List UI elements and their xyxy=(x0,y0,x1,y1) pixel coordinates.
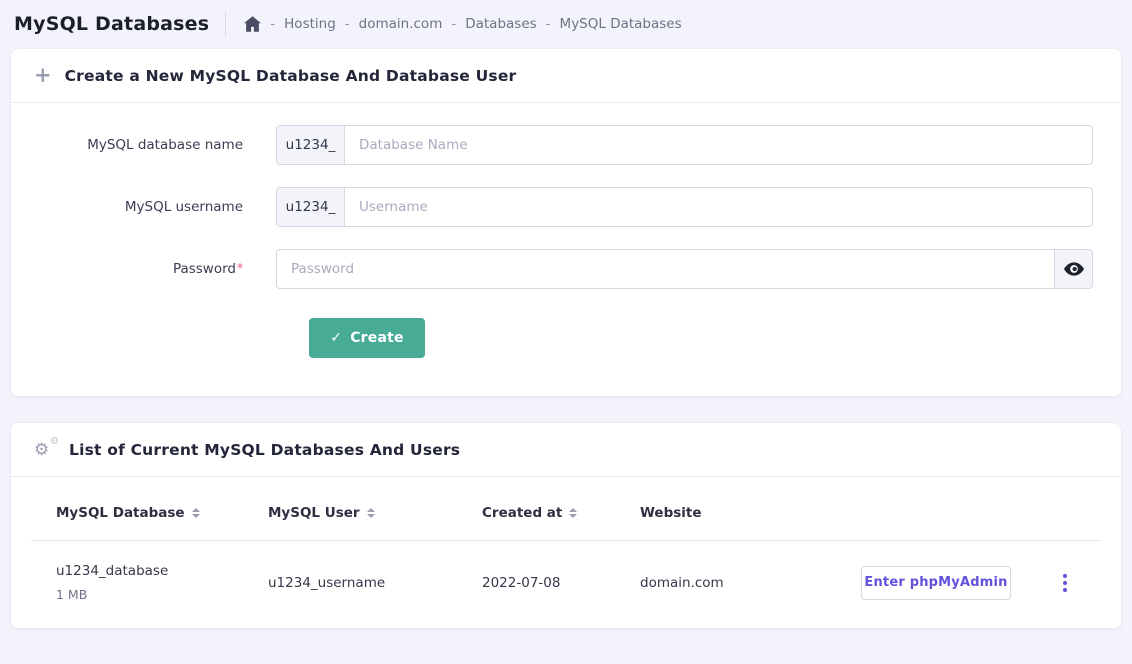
breadcrumb-item-hosting[interactable]: Hosting xyxy=(284,16,336,32)
breadcrumb-separator: - xyxy=(345,16,350,32)
column-header-mysql-database[interactable]: MySQL Database xyxy=(31,505,268,521)
sort-icon[interactable] xyxy=(367,508,375,518)
sort-icon[interactable] xyxy=(569,508,577,518)
created-at-cell: 2022-07-08 xyxy=(482,575,640,591)
home-icon[interactable] xyxy=(244,16,261,32)
database-name-row: MySQL database name u1234_ xyxy=(11,125,1121,165)
breadcrumb-separator: - xyxy=(546,16,551,32)
gears-icon: ⚙ ⚙ xyxy=(34,439,56,461)
username-prefix: u1234_ xyxy=(277,188,345,226)
breadcrumb: - Hosting - domain.com - Databases - MyS… xyxy=(244,16,681,32)
column-header-created-at[interactable]: Created at xyxy=(482,505,640,521)
breadcrumb-item-databases[interactable]: Databases xyxy=(465,16,536,32)
database-list-card: ⚙ ⚙ List of Current MySQL Databases And … xyxy=(10,422,1122,629)
column-header-label: Website xyxy=(640,505,702,521)
password-label-text: Password xyxy=(173,261,236,277)
create-button[interactable]: ✓ Create xyxy=(309,318,425,358)
table-row: u1234_database 1 MB u1234_username 2022-… xyxy=(31,541,1101,628)
database-size: 1 MB xyxy=(56,587,268,602)
breadcrumb-item-domain[interactable]: domain.com xyxy=(359,16,443,32)
password-input[interactable] xyxy=(277,250,1054,288)
password-visibility-toggle[interactable] xyxy=(1054,250,1092,288)
username-label: MySQL username xyxy=(11,199,276,215)
database-name-input-group: u1234_ xyxy=(276,125,1093,165)
page-title: MySQL Databases xyxy=(14,13,209,35)
gear-small: ⚙ xyxy=(50,436,59,447)
list-card-title: List of Current MySQL Databases And User… xyxy=(69,441,460,459)
gear-large: ⚙ xyxy=(34,440,49,460)
database-cell: u1234_database 1 MB xyxy=(31,563,268,602)
sort-icon[interactable] xyxy=(192,508,200,518)
table-header-row: MySQL Database MySQL User Created at Web… xyxy=(31,477,1101,541)
column-header-label: Created at xyxy=(482,505,562,521)
actions-cell: Enter phpMyAdmin xyxy=(861,566,1101,600)
create-database-form: MySQL database name u1234_ MySQL usernam… xyxy=(11,103,1121,396)
eye-icon xyxy=(1064,262,1084,276)
username-row: MySQL username u1234_ xyxy=(11,187,1121,227)
breadcrumb-separator: - xyxy=(270,16,275,32)
user-cell: u1234_username xyxy=(268,575,482,591)
row-menu-kebab-icon[interactable] xyxy=(1059,570,1071,596)
website-cell: domain.com xyxy=(640,575,861,591)
database-name-input[interactable] xyxy=(345,126,1092,164)
username-input-group: u1234_ xyxy=(276,187,1093,227)
database-name: u1234_database xyxy=(56,563,268,579)
enter-phpmyadmin-button[interactable]: Enter phpMyAdmin xyxy=(861,566,1011,600)
create-card-header: + Create a New MySQL Database And Databa… xyxy=(11,49,1121,103)
required-asterisk: * xyxy=(237,261,243,275)
column-header-website: Website xyxy=(640,505,1101,521)
breadcrumb-item-mysql-databases: MySQL Databases xyxy=(560,16,682,32)
check-icon: ✓ xyxy=(330,330,342,346)
username-input[interactable] xyxy=(345,188,1092,226)
column-header-label: MySQL Database xyxy=(56,505,185,521)
password-input-group xyxy=(276,249,1093,289)
create-database-card: + Create a New MySQL Database And Databa… xyxy=(10,48,1122,397)
password-row: Password* xyxy=(11,249,1121,289)
breadcrumb-separator: - xyxy=(451,16,456,32)
column-header-label: MySQL User xyxy=(268,505,360,521)
plus-icon: + xyxy=(34,65,52,86)
create-button-label: Create xyxy=(350,330,404,346)
header-divider xyxy=(225,11,226,37)
database-name-label: MySQL database name xyxy=(11,137,276,153)
password-label: Password* xyxy=(11,261,276,277)
database-name-prefix: u1234_ xyxy=(277,126,345,164)
create-card-title: Create a New MySQL Database And Database… xyxy=(65,67,517,85)
page-header: MySQL Databases - Hosting - domain.com -… xyxy=(0,0,1132,48)
list-card-header: ⚙ ⚙ List of Current MySQL Databases And … xyxy=(11,423,1121,477)
column-header-mysql-user[interactable]: MySQL User xyxy=(268,505,482,521)
databases-table: MySQL Database MySQL User Created at Web… xyxy=(31,477,1101,628)
